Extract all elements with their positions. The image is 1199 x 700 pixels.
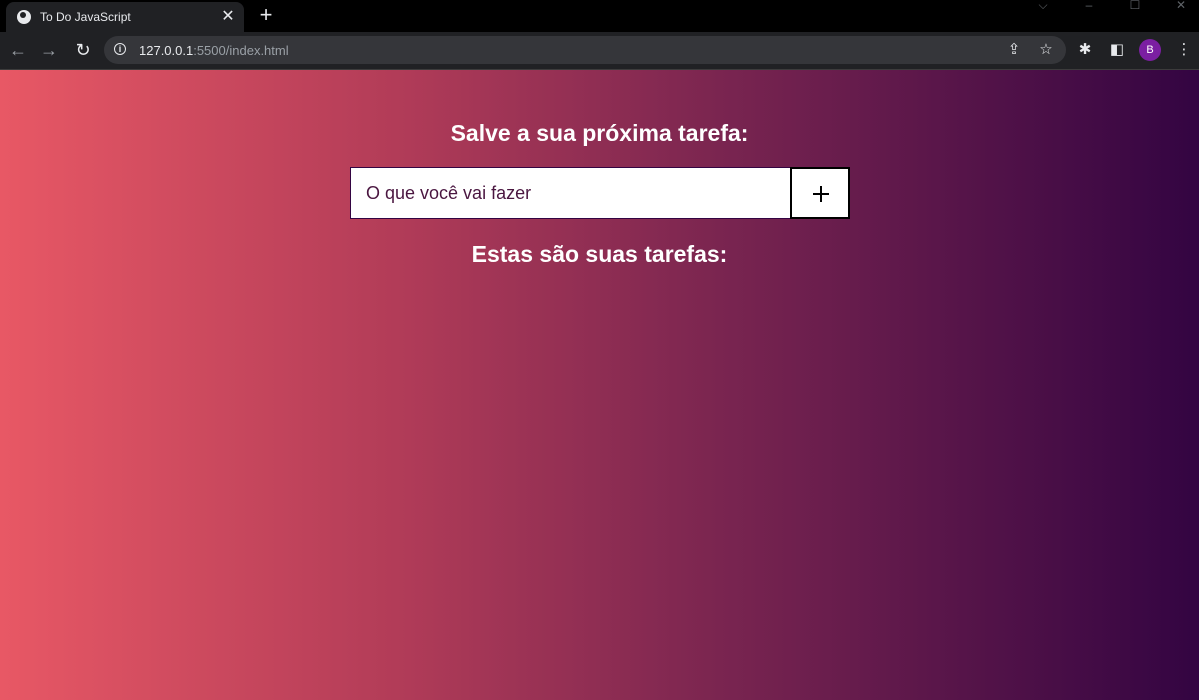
extensions-icon[interactable]: ✱ (1075, 40, 1095, 60)
todo-form (350, 167, 850, 219)
browser-tabstrip: To Do JavaScript ✕ + ⌵ – ☐ ✕ (0, 0, 1199, 32)
browser-toolbar: ← → ↻ i 127.0.0.1:5500/index.html ⇪ ☆ ✱ … (0, 32, 1199, 70)
tab-title: To Do JavaScript (40, 10, 131, 24)
todo-input[interactable] (350, 167, 791, 219)
browser-tab[interactable]: To Do JavaScript ✕ (6, 2, 244, 32)
url-host: 127.0.0.1 (139, 43, 194, 58)
add-task-button[interactable] (790, 167, 850, 219)
page-content: Salve a sua próxima tarefa: Estas são su… (0, 70, 1199, 700)
address-bar[interactable]: i 127.0.0.1:5500/index.html ⇪ ☆ (104, 36, 1066, 64)
save-heading: Salve a sua próxima tarefa: (450, 120, 749, 146)
window-close-icon[interactable]: ✕ (1158, 0, 1199, 12)
profile-avatar[interactable]: B (1139, 39, 1161, 61)
close-icon[interactable]: ✕ (218, 7, 238, 27)
url-path: :5500/index.html (193, 43, 289, 58)
globe-icon (17, 10, 31, 24)
tasks-heading: Estas são suas tarefas: (471, 241, 728, 267)
menu-icon[interactable]: ⋮ (1174, 40, 1194, 60)
tab-search-icon[interactable]: ⌵ (1020, 0, 1066, 12)
info-icon[interactable]: i (114, 43, 126, 55)
share-icon[interactable]: ⇪ (1004, 40, 1024, 60)
minimize-icon[interactable]: – (1066, 0, 1112, 12)
forward-icon[interactable]: → (38, 39, 60, 61)
url-text[interactable]: 127.0.0.1:5500/index.html (139, 43, 289, 58)
maximize-icon[interactable]: ☐ (1112, 0, 1158, 12)
new-tab-button[interactable]: + (254, 3, 278, 27)
reload-icon[interactable]: ↻ (72, 39, 94, 61)
back-icon[interactable]: ← (7, 39, 29, 61)
star-icon[interactable]: ☆ (1036, 40, 1056, 60)
side-panel-icon[interactable]: ◧ (1107, 40, 1127, 60)
